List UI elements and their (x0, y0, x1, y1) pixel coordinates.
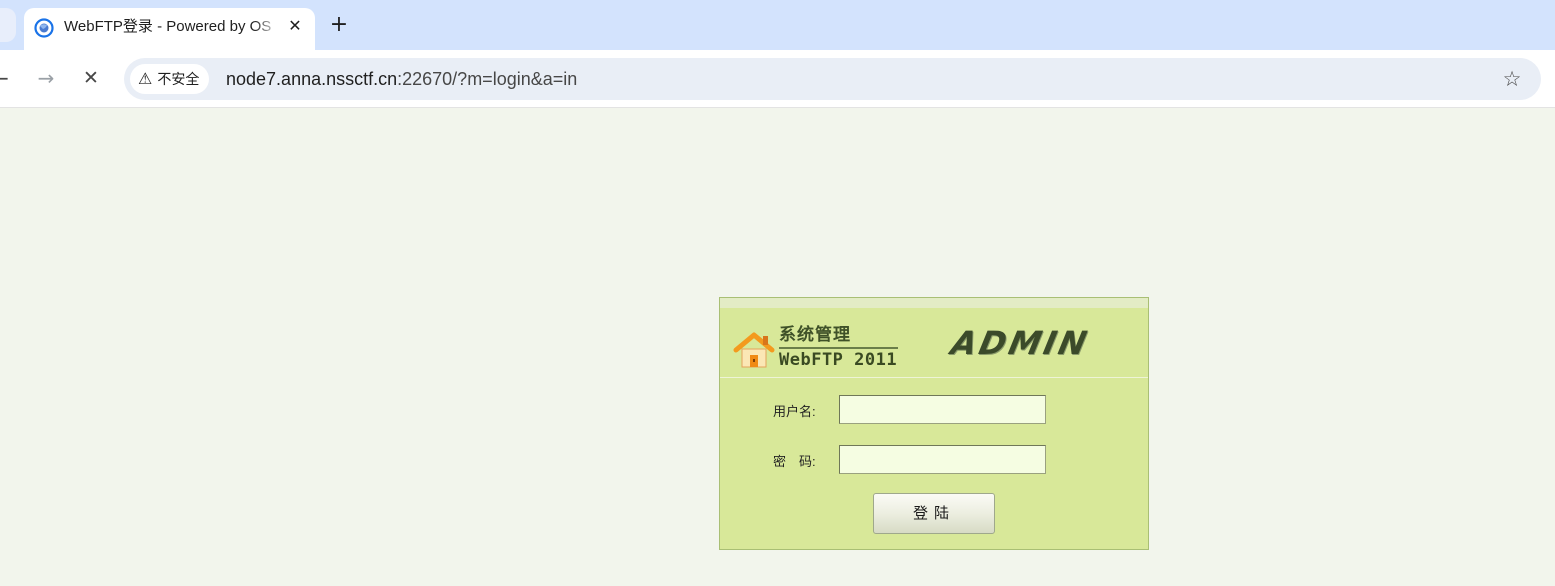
new-tab-button[interactable]: + (326, 12, 352, 38)
username-input[interactable] (839, 395, 1046, 424)
login-top-band (720, 298, 1148, 308)
brand-subtitle: WebFTP 2011 (779, 350, 898, 370)
security-label: 不安全 (157, 71, 200, 87)
warning-icon: ⚠ (138, 69, 153, 88)
tab-close-icon[interactable]: ✕ (284, 15, 306, 37)
globe-favicon-icon (34, 18, 54, 38)
tab-strip: ⌄ WebFTP登录 - Powered by OS ✕ + (0, 0, 1555, 50)
active-tab[interactable]: WebFTP登录 - Powered by OS ✕ (24, 8, 315, 50)
url-text[interactable]: node7.anna.nssctf.cn:22670/?m=login&a=in (226, 68, 577, 90)
back-arrow-icon[interactable]: ← (0, 66, 16, 90)
home-icon (733, 332, 775, 368)
browser-toolbar: ← → ✕ ⚠ 不安全 node7.anna.nssctf.cn:22670/?… (0, 50, 1555, 108)
forward-arrow-icon[interactable]: → (34, 66, 58, 90)
tab-title: WebFTP登录 - Powered by OS (64, 18, 272, 35)
admin-logo: ADMIN (947, 324, 1093, 362)
login-panel: 系统管理 WebFTP 2011 ADMIN 用户名: 密 码: 登陆 (719, 297, 1149, 550)
login-button[interactable]: 登陆 (873, 493, 995, 534)
previous-tab[interactable]: ⌄ (0, 8, 16, 42)
url-host: node7.anna.nssctf.cn (226, 69, 398, 89)
password-input[interactable] (839, 445, 1046, 474)
stop-loading-icon[interactable]: ✕ (79, 66, 103, 90)
password-label: 密 码: (773, 454, 816, 469)
bookmark-star-icon[interactable]: ☆ (1499, 66, 1525, 92)
brand-title: 系统管理 (779, 325, 851, 345)
url-path: :22670/?m=login&a=in (397, 69, 578, 89)
security-chip[interactable]: ⚠ 不安全 (130, 64, 210, 94)
username-label: 用户名: (773, 404, 816, 419)
login-header: 系统管理 WebFTP 2011 ADMIN (720, 308, 1148, 378)
address-bar[interactable]: ⚠ 不安全 node7.anna.nssctf.cn:22670/?m=logi… (124, 58, 1541, 100)
